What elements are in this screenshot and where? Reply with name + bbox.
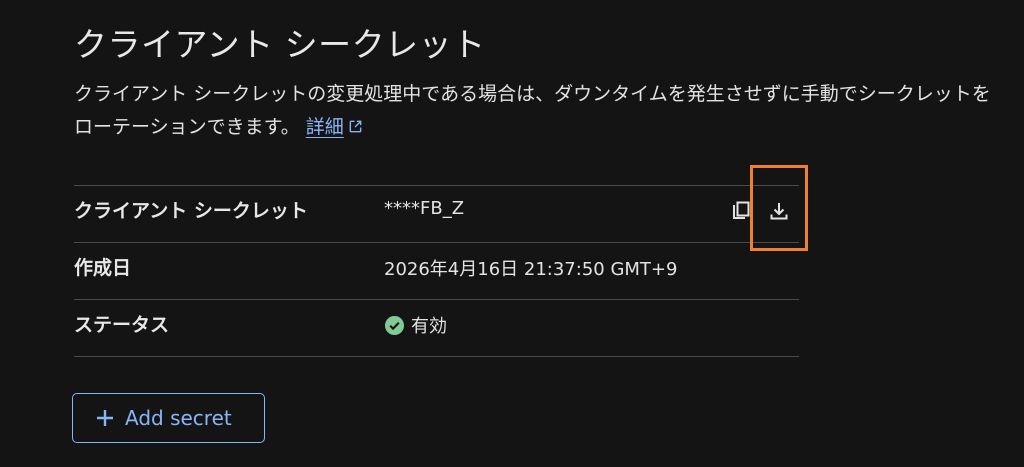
learn-more-link[interactable]: 詳細 — [306, 116, 363, 138]
download-button[interactable] — [762, 194, 796, 228]
secret-row: クライアント シークレット ****FB_Z — [74, 185, 799, 242]
status-label: ステータス — [74, 314, 170, 336]
created-date-label: 作成日 — [74, 257, 132, 279]
created-date-value: 2026年4月16日 21:37:50 GMT+9 — [384, 259, 678, 280]
download-icon — [770, 203, 788, 220]
created-date-row: 作成日 2026年4月16日 21:37:50 GMT+9 — [74, 242, 799, 299]
add-secret-button[interactable]: Add secret — [72, 393, 265, 443]
status-value: 有効 — [384, 312, 447, 338]
secret-value: ****FB_Z — [384, 198, 465, 219]
plus-icon — [97, 410, 113, 426]
status-text: 有効 — [411, 316, 447, 337]
copy-icon — [733, 201, 750, 219]
add-secret-label: Add secret — [125, 406, 232, 430]
description-body: クライアント シークレットの変更処理中である場合は、ダウンタイムを発生させずに手… — [74, 83, 991, 138]
secret-details-table: クライアント シークレット ****FB_Z 作成日 2026年4月16日 21… — [74, 185, 799, 357]
page-title: クライアント シークレット — [74, 25, 486, 64]
status-row: ステータス 有効 — [74, 299, 799, 357]
copy-button[interactable] — [724, 194, 758, 228]
check-circle-icon — [384, 315, 405, 335]
open-in-new-icon — [349, 120, 362, 133]
learn-more-label: 詳細 — [305, 116, 344, 138]
description-text: クライアント シークレットの変更処理中である場合は、ダウンタイムを発生させずに手… — [74, 78, 994, 144]
secret-label: クライアント シークレット — [74, 200, 308, 222]
